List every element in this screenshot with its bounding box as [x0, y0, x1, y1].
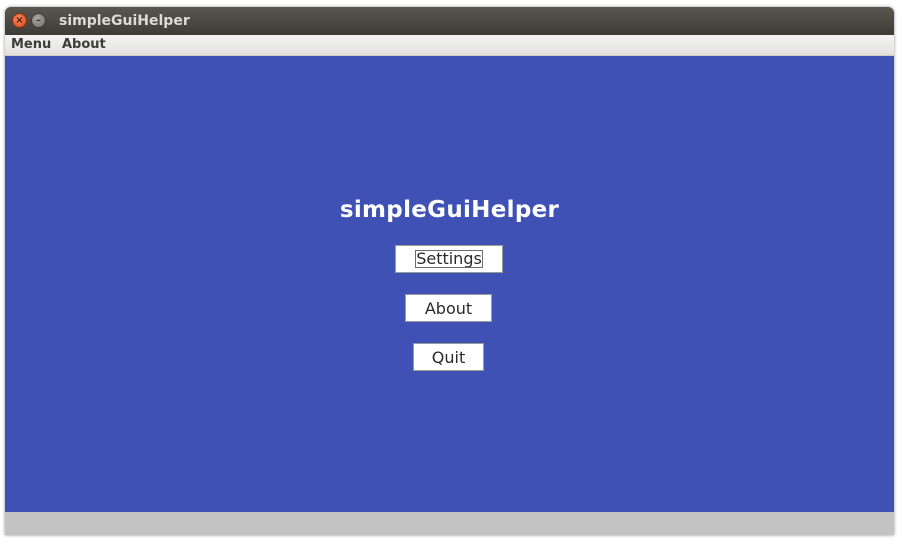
window-title: simpleGuiHelper: [59, 13, 190, 29]
status-bar: [5, 512, 894, 535]
page-title: simpleGuiHelper: [339, 197, 560, 223]
title-bar[interactable]: × – simpleGuiHelper: [5, 7, 894, 35]
settings-button[interactable]: Settings: [395, 245, 503, 273]
menu-bar: Menu About: [5, 35, 894, 56]
about-button[interactable]: About: [405, 294, 492, 322]
quit-button[interactable]: Quit: [413, 343, 484, 371]
close-icon[interactable]: ×: [12, 13, 27, 28]
main-panel: simpleGuiHelper Settings About Quit: [5, 56, 894, 512]
about-button-label: About: [424, 298, 473, 318]
settings-button-label: Settings: [415, 249, 483, 268]
app-window: × – simpleGuiHelper Menu About simpleGui…: [5, 7, 894, 535]
minimize-icon[interactable]: –: [31, 13, 46, 28]
menu-item-about[interactable]: About: [62, 37, 106, 52]
quit-button-label: Quit: [431, 347, 466, 367]
menu-item-menu[interactable]: Menu: [11, 37, 51, 52]
